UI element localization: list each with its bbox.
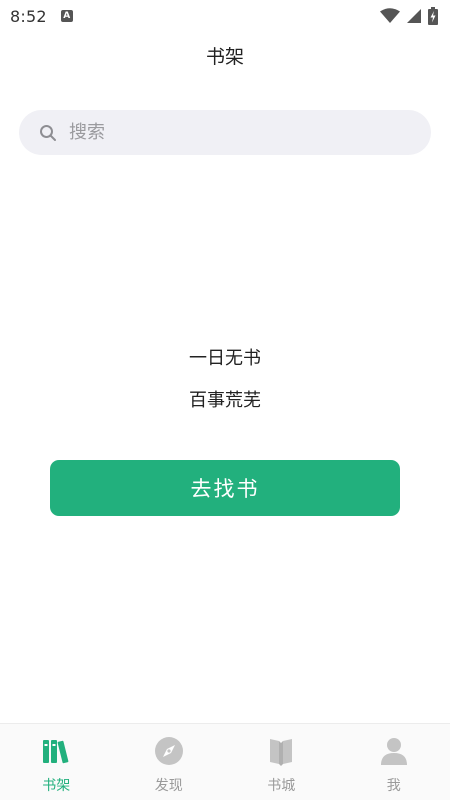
page-title: 书架 <box>205 45 244 68</box>
status-right <box>380 7 438 25</box>
compass-icon <box>154 737 183 765</box>
nav-item-bookstore[interactable]: 书城 <box>225 724 338 800</box>
search-bar[interactable] <box>19 110 431 155</box>
nav-item-me[interactable]: 我 <box>338 724 450 800</box>
battery-icon <box>428 7 438 25</box>
person-icon <box>380 738 407 765</box>
bottom-nav: 书架 发现 书城 我 <box>0 723 450 800</box>
find-books-button[interactable]: 去找书 <box>50 460 400 516</box>
book-icon <box>270 739 293 766</box>
search-icon <box>40 124 56 141</box>
empty-state-line-1: 一日无书 <box>189 348 261 369</box>
bookshelf-icon <box>43 740 69 764</box>
nav-label-me: 我 <box>386 778 401 794</box>
nav-label-discover: 发现 <box>154 778 183 794</box>
app-header: 书架 <box>0 32 450 78</box>
wifi-icon <box>380 8 400 23</box>
status-time: 8:52 <box>10 6 47 26</box>
status-bar: 8:52 A <box>0 0 450 32</box>
signal-icon <box>407 9 421 23</box>
nav-item-bookshelf[interactable]: 书架 <box>0 724 113 800</box>
app-screen: 8:52 A 书架 一日无书 百事荒芜 去找书 <box>0 0 450 800</box>
nav-label-bookstore: 书城 <box>267 778 296 794</box>
app-notification-icon: A <box>60 10 73 22</box>
nav-item-discover[interactable]: 发现 <box>113 724 226 800</box>
empty-state-line-2: 百事荒芜 <box>189 390 261 411</box>
nav-label-bookshelf: 书架 <box>42 778 71 794</box>
search-input[interactable] <box>69 122 369 143</box>
status-left: 8:52 A <box>10 7 73 26</box>
